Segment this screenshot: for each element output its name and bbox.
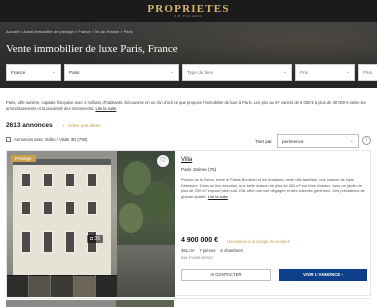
photo-count: 35 <box>94 236 100 242</box>
price-placeholder: Prix <box>300 70 308 75</box>
video-filter-checkbox[interactable] <box>6 137 11 142</box>
view-listing-label: VOIR L'ANNONCE <box>303 272 341 277</box>
sort-value: pertinence <box>282 139 304 144</box>
more-filters-label: Plus <box>363 70 372 75</box>
photo-thumbnail[interactable] <box>95 275 117 297</box>
price-select[interactable]: Prix ⌄ <box>295 64 355 81</box>
next-listing-photo <box>6 300 116 307</box>
search-bar: France ⌄ Paris ⌄ Type de bien ⌄ Prix ⌄ P… <box>6 64 377 81</box>
listing-details: Villa Paris 16ème (75) Proche de la Sein… <box>181 151 371 297</box>
listing-photo-tertiary[interactable] <box>117 245 175 297</box>
chevron-down-icon: ⌄ <box>282 69 287 75</box>
photo-facade <box>13 165 111 275</box>
listing-read-more-link[interactable]: Lire la suite <box>208 194 228 199</box>
chevron-down-icon: ⌄ <box>169 69 174 75</box>
create-alert-link[interactable]: ♪ Créer une alerte <box>62 123 101 129</box>
country-select[interactable]: France ⌄ <box>6 64 61 81</box>
photo-thumbnail[interactable] <box>7 275 29 297</box>
contact-button-label: CONTACTER <box>215 272 242 277</box>
property-type-select[interactable]: Type de bien ⌄ <box>182 64 292 81</box>
photo-window <box>65 201 75 215</box>
photo-thumbnail[interactable] <box>73 275 95 297</box>
video-filter-label: Annonces avec Vidéo / Visite 3D (790) <box>14 137 88 142</box>
country-value: France <box>11 70 26 75</box>
photo-window <box>21 201 31 215</box>
view-listing-button[interactable]: VOIR L'ANNONCE › <box>279 269 367 281</box>
page-title: Vente immobilier de luxe Paris, France <box>6 43 178 55</box>
info-icon[interactable]: i <box>362 136 371 145</box>
bell-icon: ♪ <box>62 123 65 129</box>
photo-window <box>43 201 53 215</box>
create-alert-label: Créer une alerte <box>67 123 101 128</box>
listing-rooms: 7 pièces <box>199 248 216 253</box>
intro-body: Paris, ville lumière, capitale française… <box>6 100 366 112</box>
more-filters-select[interactable]: Plus <box>358 64 377 81</box>
listing-type[interactable]: Villa <box>181 157 192 163</box>
photo-window <box>65 173 75 187</box>
video-filter[interactable]: Annonces avec Vidéo / Visite 3D (790) <box>6 137 87 142</box>
photo-counter[interactable]: ◘ 35 <box>87 235 103 243</box>
contact-button[interactable]: ✉ CONTACTER <box>181 269 271 281</box>
listing-reference: Réf. P4/MS-B0329 <box>181 256 213 260</box>
property-type-placeholder: Type de bien <box>187 70 214 75</box>
photo-window <box>65 231 75 253</box>
photo-window <box>21 231 31 253</box>
photo-thumbnails <box>7 275 117 297</box>
sort-label: Trier par <box>255 139 272 144</box>
listing-fees: Honoraires à la charge du vendeur <box>227 239 291 244</box>
photo-window <box>43 173 53 187</box>
chevron-right-icon: › <box>341 272 343 277</box>
listing-photo-main[interactable]: Prestige ◘ 35 <box>7 151 117 297</box>
chevron-down-icon: ⌄ <box>345 69 350 75</box>
intro-read-more-link[interactable]: Lire la suite <box>95 106 116 111</box>
listing-card[interactable]: Prestige ◘ 35 ♡ Villa Paris 16ème (75) P… <box>6 150 371 297</box>
photo-thumbnail[interactable] <box>51 275 73 297</box>
listing-description: Proche de la Seine, entre le Palais Bour… <box>181 177 367 200</box>
prestige-badge: Prestige <box>11 155 36 162</box>
site-logo-sub: LE FIGARO <box>174 14 203 18</box>
photo-window <box>43 231 53 253</box>
camera-icon: ◘ <box>90 236 94 242</box>
intro-text: Paris, ville lumière, capitale française… <box>6 100 371 113</box>
sort-select[interactable]: pertinence ⌄ <box>277 134 359 148</box>
photo-window <box>87 173 97 187</box>
location-input[interactable]: Paris ⌄ <box>64 64 179 81</box>
listing-bedrooms: 5 chambres <box>220 248 243 253</box>
photo-window <box>87 201 97 215</box>
location-value: Paris <box>69 70 80 75</box>
photo-window <box>21 173 31 187</box>
next-listing-photo-secondary <box>116 300 174 307</box>
next-listing-card[interactable] <box>6 298 371 307</box>
results-count: 2613 annonces <box>6 122 53 129</box>
top-header: PROPRIETES LE FIGARO <box>0 0 377 22</box>
listing-specs: 351 m² 7 pièces 5 chambres <box>181 248 243 253</box>
listing-surface: 351 m² <box>181 248 195 253</box>
chevron-down-icon: ⌄ <box>51 69 56 75</box>
heart-icon[interactable]: ♡ <box>157 155 169 167</box>
photo-tree <box>119 203 143 233</box>
chevron-down-icon: ⌄ <box>349 138 354 144</box>
photo-thumbnail[interactable] <box>29 275 51 297</box>
photo-tree <box>143 181 173 221</box>
breadcrumb[interactable]: Accueil > Achat immobilier de prestige >… <box>6 29 133 34</box>
listing-location: Paris 16ème (75) <box>181 167 217 172</box>
listing-price: 4 900 000 € <box>181 237 218 244</box>
